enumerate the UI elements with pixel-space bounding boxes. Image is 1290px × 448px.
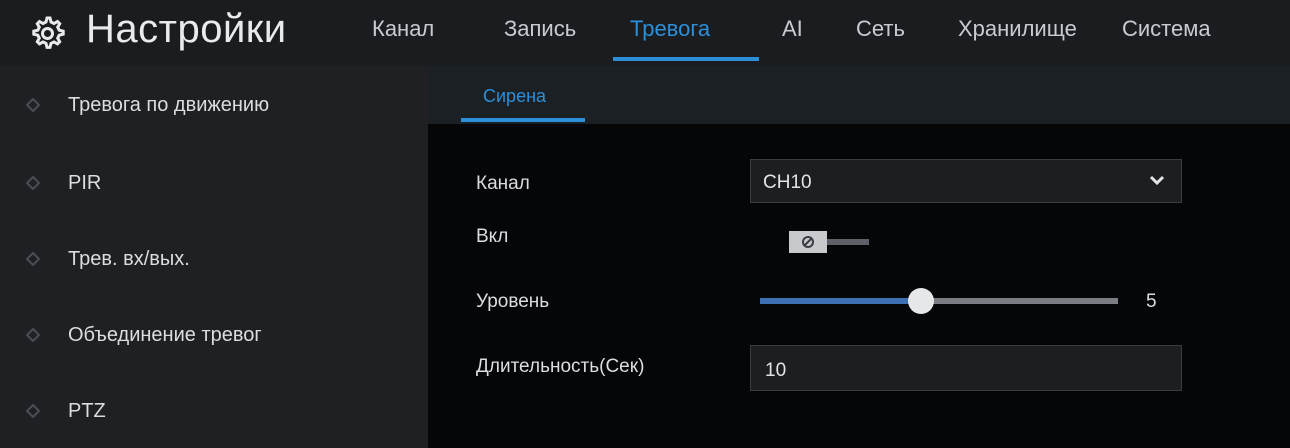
channel-value: CH10	[763, 172, 812, 193]
slider-thumb[interactable]	[908, 288, 934, 314]
tab-storage[interactable]: Хранилище	[958, 16, 1077, 42]
duration-label: Длительность(Сек)	[476, 356, 645, 377]
tab-alarm[interactable]: Тревога	[630, 16, 710, 42]
sidebar-item-label: Трев. вх/вых.	[68, 248, 190, 270]
sidebar-item-ptz[interactable]: PTZ	[0, 392, 428, 432]
diamond-icon	[26, 404, 40, 418]
tab-siren[interactable]: Сирена	[483, 86, 546, 107]
sidebar-item-label: PIR	[68, 172, 102, 194]
sidebar: Тревога по движению PIR Трев. вх/вых. Об…	[0, 66, 428, 448]
duration-value: 10	[765, 360, 787, 381]
diamond-icon	[26, 98, 40, 112]
sidebar-item-label: PTZ	[68, 400, 106, 422]
sidebar-item-pir[interactable]: PIR	[0, 164, 428, 204]
top-bar: Настройки Канал Запись Тревога AI Сеть Х…	[0, 0, 1290, 66]
tab-network[interactable]: Сеть	[856, 16, 905, 42]
active-tab-indicator	[613, 57, 759, 61]
enable-toggle[interactable]	[789, 231, 869, 253]
tab-channel[interactable]: Канал	[372, 16, 434, 42]
active-subtab-indicator	[461, 118, 585, 122]
gear-icon	[32, 16, 65, 49]
tab-record[interactable]: Запись	[504, 16, 576, 42]
enable-label: Вкл	[476, 226, 509, 247]
toggle-knob	[789, 231, 827, 253]
sidebar-item-alarm-io[interactable]: Трев. вх/вых.	[0, 240, 428, 280]
tab-ai[interactable]: AI	[782, 16, 803, 42]
diamond-icon	[26, 176, 40, 190]
toggle-track	[825, 239, 869, 245]
chevron-down-icon	[1149, 175, 1165, 186]
sidebar-item-label: Тревога по движению	[68, 94, 270, 116]
page-title: Настройки	[86, 7, 287, 51]
sidebar-item-label: Объединение тревог	[68, 324, 262, 346]
sidebar-item-motion-alarm[interactable]: Тревога по движению	[0, 86, 428, 126]
slider-fill	[760, 298, 921, 304]
subtab-bar: Сирена	[428, 66, 1290, 124]
disabled-icon	[802, 236, 814, 248]
duration-input[interactable]: 10	[750, 345, 1182, 391]
main-panel: Сирена Канал CH10 Вкл Уровень 5 Длительн…	[428, 66, 1290, 448]
channel-select[interactable]: CH10	[750, 159, 1182, 203]
sidebar-item-combined-alarm[interactable]: Объединение тревог	[0, 316, 428, 356]
level-slider[interactable]	[760, 288, 1118, 314]
level-label: Уровень	[476, 291, 550, 312]
channel-label: Канал	[476, 173, 530, 194]
tab-system[interactable]: Система	[1122, 16, 1211, 42]
level-value: 5	[1146, 291, 1157, 312]
diamond-icon	[26, 252, 40, 266]
diamond-icon	[26, 328, 40, 342]
